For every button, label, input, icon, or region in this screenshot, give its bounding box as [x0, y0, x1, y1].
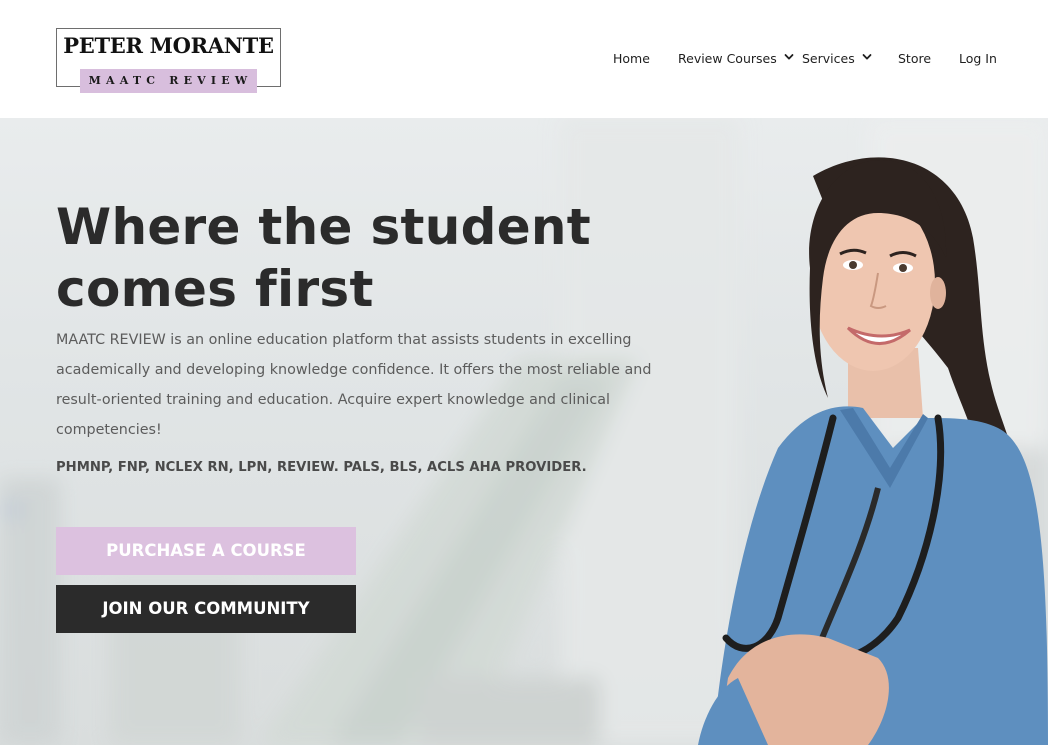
site-header: PETER MORANTE MAATC REVIEW Home Review C… — [0, 0, 1048, 118]
nav-item-review-courses[interactable]: Review Courses — [678, 48, 794, 68]
nav-item-label: Store — [898, 50, 932, 66]
hero-description: MAATC REVIEW is an online education plat… — [56, 332, 652, 438]
hero-section: Where the student comes first MAATC REVI… — [0, 118, 1048, 745]
nav-item-label: Review Courses — [678, 50, 777, 66]
purchase-course-button[interactable]: PURCHASE A COURSE — [56, 527, 356, 575]
nav-item-store[interactable]: Store — [898, 48, 931, 68]
hero-headline: Where the student comes first — [56, 196, 656, 320]
nav-item-services[interactable]: Services — [802, 48, 872, 68]
chevron-down-icon — [784, 54, 794, 60]
chevron-down-icon — [862, 54, 872, 60]
nav-item-label: Home — [613, 50, 650, 66]
nav-item-home[interactable]: Home — [613, 48, 650, 68]
join-community-button[interactable]: JOIN OUR COMMUNITY — [56, 585, 356, 633]
nav-item-label: Log In — [959, 50, 997, 66]
nav-item-log-in[interactable]: Log In — [959, 48, 997, 68]
main-nav: Home Review Courses Services Store Log I… — [0, 48, 1048, 68]
nav-item-label: Services — [802, 50, 855, 66]
hero-credentials: PHMNP, FNP, NCLEX RN, LPN, REVIEW. PALS,… — [56, 460, 587, 475]
hero-headline-line2: comes first — [56, 260, 374, 318]
hero-headline-line1: Where the student — [56, 198, 592, 256]
logo-subtitle: MAATC REVIEW — [80, 69, 257, 93]
